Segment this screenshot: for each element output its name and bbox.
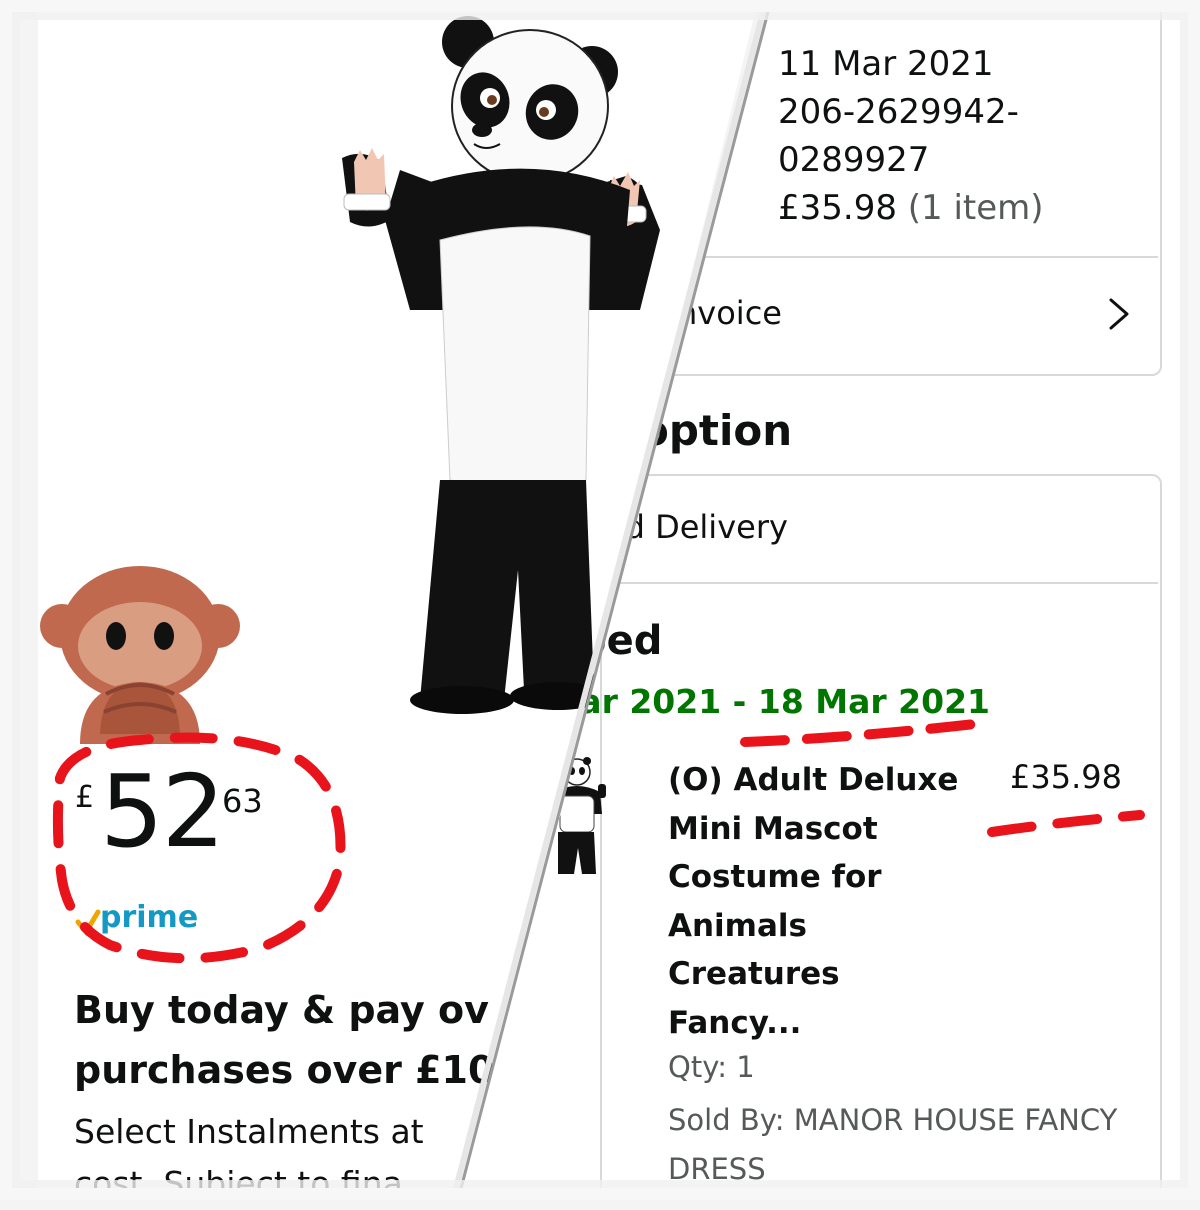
product-title-line: Mini Mascot — [668, 810, 878, 847]
delivery-option-heading: option — [640, 406, 793, 455]
item-price: £35.98 — [1010, 758, 1122, 796]
product-title-line: Creatures — [668, 956, 840, 992]
price-currency: £ — [75, 780, 95, 815]
seller-name: Sold By: MANOR HOUSE FANCY DRESS — [668, 1103, 1118, 1186]
price-fraction: 63 — [222, 782, 263, 820]
see-no-evil-monkey-emoji — [40, 566, 240, 744]
product-title-line: Costume for — [668, 859, 882, 895]
delivery-date-range: lar 2021 - 18 Mar 2021 — [568, 682, 990, 721]
prime-label: prime — [100, 900, 199, 935]
delivery-type: rd Delivery — [612, 508, 788, 546]
buy-now-pay-later-heading: Buy today & pay ov purchases over £10 — [74, 980, 494, 1100]
instalments-description: Select Instalments at cost. Subject to f… — [74, 1106, 424, 1203]
chevron-right-icon — [1109, 298, 1129, 330]
price-whole: 52 — [100, 753, 225, 870]
order-item-count: (1 item) — [907, 188, 1044, 228]
product-title-line: Fancy... — [668, 1004, 802, 1041]
order-total-amount: £35.98 — [778, 188, 897, 228]
invoice-row[interactable]: nvoice — [641, 258, 1158, 372]
product-title-line: Animals — [668, 907, 807, 944]
bnpl-heading-line: purchases over £10 — [74, 1048, 495, 1092]
item-quantity: Qty: 1 — [668, 1050, 755, 1084]
invoice-label: nvoice — [677, 294, 782, 332]
order-number-cont: 0289927 — [778, 140, 930, 180]
order-number: 206-2629942- — [778, 92, 1019, 132]
bnpl-sub-line: cost. Subject to fina — [74, 1164, 403, 1203]
bnpl-heading-line: Buy today & pay ov — [74, 988, 489, 1032]
card-divider — [601, 582, 1158, 584]
order-total: £35.98 (1 item) — [778, 188, 1044, 228]
product-title-line: (O) Adult Deluxe — [668, 762, 959, 798]
product-title[interactable]: (O) Adult Deluxe Mini Mascot Costume for… — [668, 756, 968, 1047]
order-date: 11 Mar 2021 — [778, 44, 994, 84]
bnpl-sub-line: Select Instalments at — [74, 1112, 424, 1151]
